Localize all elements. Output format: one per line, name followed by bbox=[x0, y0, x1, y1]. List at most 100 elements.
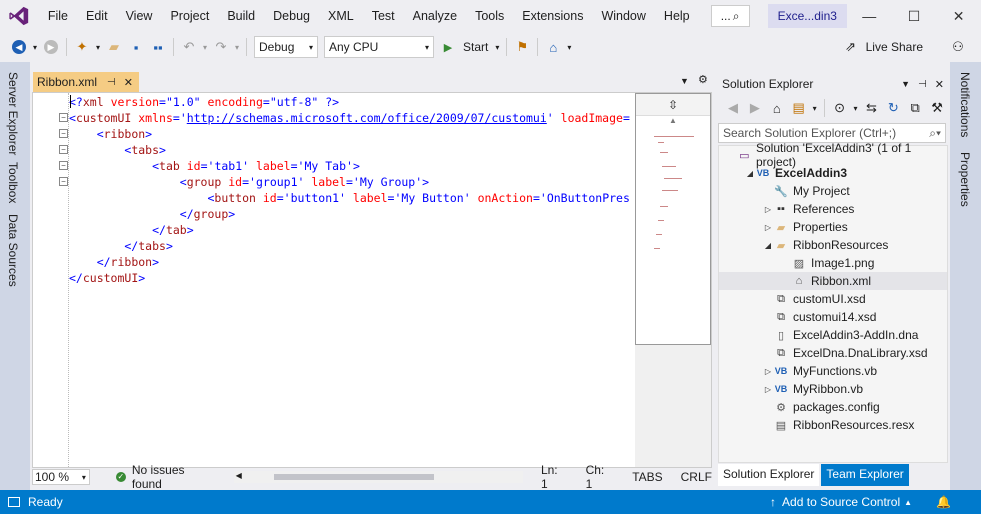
code-line[interactable]: <tabs> bbox=[69, 142, 166, 158]
code-line[interactable]: </tab> bbox=[69, 222, 194, 238]
pending-changes-filter-icon[interactable]: ⊙ bbox=[829, 97, 851, 119]
redo-icon[interactable]: ↷ bbox=[210, 36, 232, 58]
save-all-icon[interactable]: ▪▪ bbox=[147, 36, 169, 58]
tab-solution-explorer[interactable]: Solution Explorer bbox=[718, 464, 820, 486]
zoom-select[interactable]: 100 % ▾ bbox=[32, 469, 90, 485]
menu-xml[interactable]: XML bbox=[319, 0, 363, 32]
save-icon[interactable]: ▪ bbox=[125, 36, 147, 58]
minimap[interactable] bbox=[640, 130, 706, 330]
code-line[interactable]: <?xml version="1.0" encoding="utf-8" ?> bbox=[69, 94, 339, 110]
navigate-back-icon[interactable]: ◀ bbox=[8, 36, 30, 58]
tree-item[interactable]: ⧉ customui14.xsd bbox=[719, 308, 947, 326]
dropdown-arrow-icon[interactable]: ▾ bbox=[810, 97, 820, 119]
collapsed-arrow-icon[interactable]: ▷ bbox=[763, 385, 773, 394]
switch-views-icon[interactable]: ▤ bbox=[788, 97, 810, 119]
pin-icon[interactable]: ⊣ bbox=[107, 77, 116, 88]
code-line[interactable]: </ribbon> bbox=[69, 254, 159, 270]
menu-debug[interactable]: Debug bbox=[264, 0, 319, 32]
tree-item[interactable]: 🔧 My Project bbox=[719, 182, 947, 200]
tree-item[interactable]: ⧉ customUI.xsd bbox=[719, 290, 947, 308]
menu-project[interactable]: Project bbox=[161, 0, 218, 32]
scroll-thumb[interactable] bbox=[273, 474, 434, 480]
code-editor[interactable]: − − − − − <?xml version="1.0" encoding="utf-… bbox=[32, 92, 712, 468]
menu-extensions[interactable]: Extensions bbox=[513, 0, 592, 32]
feedback-icon[interactable]: ⚇ bbox=[947, 36, 969, 58]
properties-tab[interactable]: Properties bbox=[958, 152, 972, 207]
settings-gear-icon[interactable]: ⚙ bbox=[698, 73, 708, 86]
menu-help[interactable]: Help bbox=[655, 0, 699, 32]
code-line[interactable]: <customUI xmlns='http://schemas.microsof… bbox=[69, 110, 630, 126]
new-project-icon[interactable]: ✦ bbox=[71, 36, 93, 58]
issues-status[interactable]: No issues found bbox=[132, 463, 218, 491]
refresh-icon[interactable]: ↻ bbox=[882, 97, 904, 119]
menu-analyze[interactable]: Analyze bbox=[404, 0, 466, 32]
search-box[interactable]: ... ⌕ bbox=[710, 5, 750, 27]
toolbar-options-icon[interactable]: ▾ bbox=[564, 36, 574, 58]
tree-item[interactable]: ▯ ExcelAddin3-AddIn.dna bbox=[719, 326, 947, 344]
tree-item[interactable]: ▷ VB MyRibbon.vb bbox=[719, 380, 947, 398]
menu-window[interactable]: Window bbox=[592, 0, 654, 32]
collapsed-arrow-icon[interactable]: ▷ bbox=[763, 223, 773, 232]
menu-edit[interactable]: Edit bbox=[77, 0, 117, 32]
menu-file[interactable]: File bbox=[39, 0, 77, 32]
tree-item[interactable]: ◢ VB ExcelAddin3 bbox=[719, 164, 947, 182]
tree-item[interactable]: ▷ VB MyFunctions.vb bbox=[719, 362, 947, 380]
notifications-tab[interactable]: Notifications bbox=[958, 72, 972, 137]
navigate-forward-icon[interactable]: ▶ bbox=[40, 36, 62, 58]
vertical-scrollbar[interactable] bbox=[635, 345, 711, 467]
tab-ribbon-xml[interactable]: Ribbon.xml ⊣ ✕ bbox=[33, 72, 139, 92]
properties-wrench-icon[interactable]: ⚒ bbox=[926, 97, 948, 119]
collapsed-arrow-icon[interactable]: ▷ bbox=[763, 367, 773, 376]
pin-icon[interactable]: ⊣ bbox=[918, 79, 927, 90]
tab-list-dropdown-icon[interactable]: ▼ bbox=[680, 76, 689, 86]
code-line[interactable]: <ribbon> bbox=[69, 126, 152, 142]
tree-item[interactable]: ▷ ▰ Properties bbox=[719, 218, 947, 236]
code-line[interactable]: <tab id='tab1' label='My Tab'> bbox=[69, 158, 360, 174]
menu-build[interactable]: Build bbox=[218, 0, 264, 32]
scroll-left-icon[interactable]: ◀ bbox=[236, 471, 242, 480]
home-icon[interactable]: ⌂ bbox=[766, 97, 788, 119]
splitter-icon[interactable]: ⇳ bbox=[636, 94, 710, 116]
collapsed-arrow-icon[interactable]: ▷ bbox=[763, 205, 773, 214]
forward-icon[interactable]: ▶ bbox=[744, 97, 766, 119]
start-button[interactable]: Start bbox=[459, 40, 492, 54]
start-icon[interactable]: ▶ bbox=[437, 36, 459, 58]
close-window-button[interactable]: ✕ bbox=[936, 0, 981, 32]
code-line[interactable]: </group> bbox=[69, 206, 235, 222]
menu-test[interactable]: Test bbox=[363, 0, 404, 32]
data-sources-tab[interactable]: Data Sources bbox=[6, 214, 20, 287]
tree-item[interactable]: ⧉ ExcelDna.DnaLibrary.xsd bbox=[719, 344, 947, 362]
solution-explorer-search[interactable]: Search Solution Explorer (Ctrl+;) ⌕▾ bbox=[718, 123, 946, 143]
tree-item[interactable]: ▭ Solution 'ExcelAddin3' (1 of 1 project) bbox=[719, 141, 947, 169]
collapse-region-icon[interactable]: − bbox=[59, 113, 68, 122]
close-tab-icon[interactable]: ✕ bbox=[124, 76, 133, 89]
minimize-button[interactable]: ― bbox=[847, 0, 892, 32]
code-line[interactable]: <button id='button1' label='My Button' o… bbox=[69, 190, 629, 206]
collapse-region-icon[interactable]: − bbox=[59, 161, 68, 170]
collapse-region-icon[interactable]: − bbox=[59, 177, 68, 186]
dropdown-arrow-icon[interactable]: ▾ bbox=[492, 36, 502, 58]
dropdown-arrow-icon[interactable]: ▾ bbox=[850, 97, 860, 119]
expanded-arrow-icon[interactable]: ◢ bbox=[745, 169, 755, 178]
close-pane-icon[interactable]: ✕ bbox=[935, 78, 944, 91]
tree-item[interactable]: ▨ Image1.png bbox=[719, 254, 947, 272]
visual-studio-logo-icon[interactable] bbox=[0, 0, 39, 32]
notification-bell-icon[interactable]: 🔔 bbox=[936, 495, 951, 509]
attach-icon[interactable]: ⚑ bbox=[511, 36, 533, 58]
indent-mode[interactable]: TABS bbox=[632, 470, 662, 484]
menu-tools[interactable]: Tools bbox=[466, 0, 513, 32]
dropdown-arrow-icon[interactable]: ▾ bbox=[30, 36, 40, 58]
tree-item[interactable]: ⌂ Ribbon.xml bbox=[719, 272, 947, 290]
toolbox-tab[interactable]: Toolbox bbox=[6, 162, 20, 203]
scroll-up-icon[interactable]: ▲ bbox=[636, 116, 710, 125]
undo-icon[interactable]: ↶ bbox=[178, 36, 200, 58]
collapse-region-icon[interactable]: − bbox=[59, 129, 68, 138]
live-share-icon[interactable]: ⇗ bbox=[840, 36, 862, 58]
browser-link-icon[interactable]: ⌂ bbox=[542, 36, 564, 58]
collapse-region-icon[interactable]: − bbox=[59, 145, 68, 154]
add-to-source-control-button[interactable]: Add to Source Control bbox=[782, 495, 900, 509]
sync-icon[interactable]: ⇆ bbox=[860, 97, 882, 119]
server-explorer-tab[interactable]: Server Explorer bbox=[6, 72, 20, 155]
code-line[interactable]: <group id='group1' label='My Group'> bbox=[69, 174, 429, 190]
horizontal-scrollbar[interactable]: ◀ bbox=[233, 471, 523, 483]
